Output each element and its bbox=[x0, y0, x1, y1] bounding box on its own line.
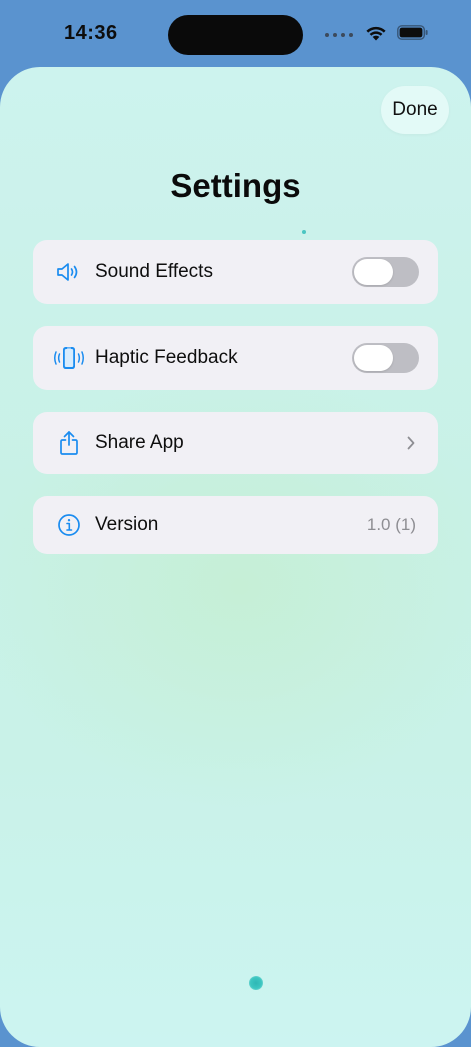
cellular-dots-icon bbox=[325, 33, 353, 37]
settings-sheet: Done Settings Sound Effects Haptic Feedb… bbox=[0, 67, 471, 1047]
chevron-right-icon bbox=[406, 435, 416, 451]
dynamic-island bbox=[168, 15, 303, 55]
toggle-knob bbox=[354, 345, 393, 371]
haptic-feedback-toggle[interactable] bbox=[352, 343, 419, 373]
page-title: Settings bbox=[170, 167, 301, 204]
speaker-icon bbox=[55, 258, 83, 286]
status-time: 14:36 bbox=[64, 22, 118, 44]
share-icon bbox=[55, 429, 83, 457]
haptic-phone-icon bbox=[51, 344, 87, 372]
share-app-row[interactable]: Share App bbox=[33, 412, 438, 474]
done-button[interactable]: Done bbox=[381, 86, 449, 134]
sound-effects-toggle[interactable] bbox=[352, 257, 419, 287]
decorative-dot bbox=[249, 976, 263, 990]
wifi-icon bbox=[365, 24, 387, 46]
haptic-feedback-label: Haptic Feedback bbox=[95, 347, 238, 368]
status-bar: 14:36 bbox=[0, 0, 471, 66]
status-icons bbox=[325, 24, 429, 46]
sound-effects-row: Sound Effects bbox=[33, 240, 438, 304]
sound-effects-label: Sound Effects bbox=[95, 261, 213, 282]
battery-icon bbox=[397, 25, 429, 45]
toggle-knob bbox=[354, 259, 393, 285]
haptic-feedback-row: Haptic Feedback bbox=[33, 326, 438, 390]
decorative-sparkle bbox=[302, 230, 306, 234]
share-app-label: Share App bbox=[95, 432, 184, 453]
info-icon bbox=[55, 511, 83, 539]
version-label: Version bbox=[95, 514, 159, 535]
version-row: Version 1.0 (1) bbox=[33, 496, 438, 554]
version-value: 1.0 (1) bbox=[366, 515, 416, 534]
